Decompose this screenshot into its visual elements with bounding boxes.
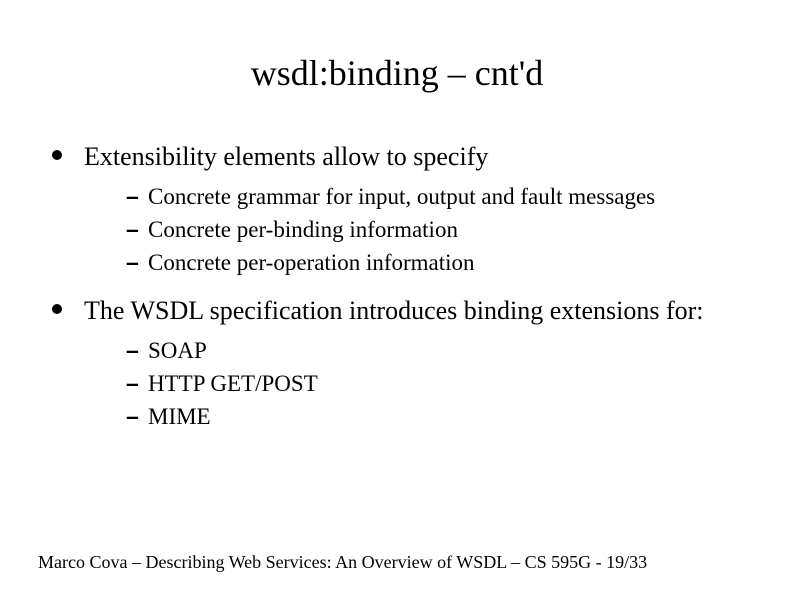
dash-icon: – — [126, 213, 139, 246]
sub-item: – Concrete per-binding information — [126, 213, 764, 246]
sub-item: – Concrete per-operation information — [126, 246, 764, 279]
slide-body: Extensibility elements allow to specify … — [50, 140, 764, 448]
disc-icon — [52, 304, 62, 314]
sub-text: HTTP GET/POST — [148, 371, 318, 396]
sub-item: – HTTP GET/POST — [126, 367, 764, 400]
sub-text: SOAP — [148, 338, 207, 363]
slide: wsdl:binding – cnt'd Extensibility eleme… — [0, 0, 794, 595]
sub-text: MIME — [148, 404, 211, 429]
bullet-list: Extensibility elements allow to specify … — [50, 140, 764, 434]
dash-icon: – — [126, 246, 139, 279]
bullet-text: The WSDL specification introduces bindin… — [84, 296, 704, 325]
bullet-item: The WSDL specification introduces bindin… — [50, 294, 764, 434]
sub-text: Concrete per-binding information — [148, 217, 458, 242]
sub-item: – MIME — [126, 400, 764, 433]
sub-text: Concrete grammar for input, output and f… — [148, 184, 655, 209]
slide-title: wsdl:binding – cnt'd — [0, 52, 794, 94]
sub-text: Concrete per-operation information — [148, 250, 475, 275]
dash-icon: – — [126, 180, 139, 213]
sub-item: – Concrete grammar for input, output and… — [126, 180, 764, 213]
bullet-text: Extensibility elements allow to specify — [84, 142, 488, 171]
dash-icon: – — [126, 334, 139, 367]
sub-list: – SOAP – HTTP GET/POST – MIME — [84, 334, 764, 434]
dash-icon: – — [126, 367, 139, 400]
disc-icon — [52, 150, 62, 160]
bullet-item: Extensibility elements allow to specify … — [50, 140, 764, 280]
sub-list: – Concrete grammar for input, output and… — [84, 180, 764, 280]
sub-item: – SOAP — [126, 334, 764, 367]
slide-footer: Marco Cova – Describing Web Services: An… — [38, 552, 764, 573]
dash-icon: – — [126, 400, 139, 433]
